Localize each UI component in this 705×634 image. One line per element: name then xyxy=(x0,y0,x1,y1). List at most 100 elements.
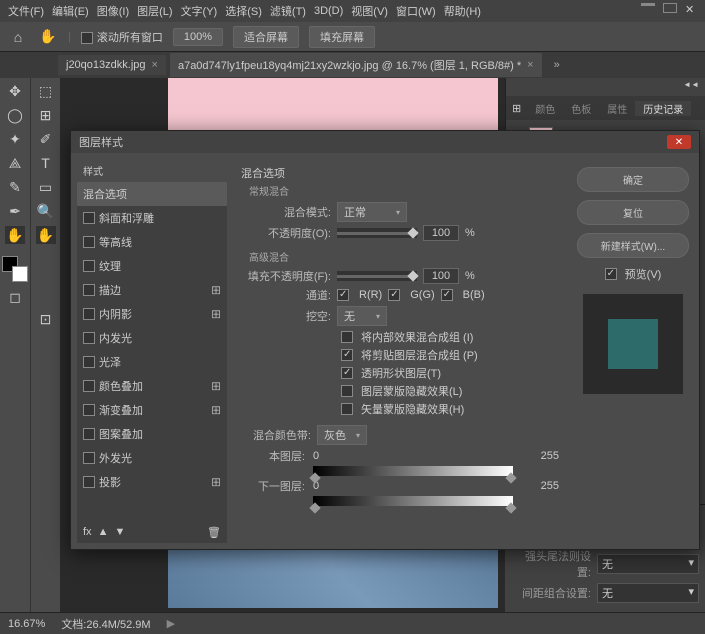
menu-image[interactable]: 图像(I) xyxy=(97,3,129,19)
style-outer-glow[interactable]: 外发光 xyxy=(77,446,227,470)
frame-tool-icon[interactable]: ⊞ xyxy=(36,106,56,124)
menu-file[interactable]: 文件(F) xyxy=(8,3,44,19)
menu-edit[interactable]: 编辑(E) xyxy=(52,3,89,19)
color-swatches[interactable] xyxy=(2,256,28,282)
dshadow-add-icon[interactable]: ⊞ xyxy=(211,475,221,489)
under-layer-gradient[interactable] xyxy=(313,496,513,506)
tab2-close-icon[interactable]: × xyxy=(527,59,533,71)
blend-mode-select[interactable]: 正常▾ xyxy=(337,202,407,222)
new-style-button[interactable]: 新建样式(W)... xyxy=(577,233,689,258)
crop-tool-icon[interactable]: ⟁ xyxy=(5,154,25,172)
ishadow-add-icon[interactable]: ⊞ xyxy=(211,307,221,321)
lasso-tool-icon[interactable]: ◯ xyxy=(5,106,25,124)
kinsoku-select[interactable]: 无▾ xyxy=(597,554,699,574)
tab1-close-icon[interactable]: × xyxy=(152,59,158,71)
style-pattern-overlay[interactable]: 图案叠加 xyxy=(77,422,227,446)
status-zoom[interactable]: 16.67% xyxy=(8,618,45,630)
dialog-close-button[interactable]: ✕ xyxy=(667,135,691,149)
status-doc[interactable]: 文档:26.4M/52.9M xyxy=(61,616,150,632)
style-gradient-overlay[interactable]: 渐变叠加⊞ xyxy=(77,398,227,422)
channel-b-check[interactable] xyxy=(441,289,453,301)
stroke-add-icon[interactable]: ⊞ xyxy=(211,283,221,297)
quickmask-icon[interactable]: ◻ xyxy=(5,288,25,306)
style-texture[interactable]: 纹理 xyxy=(77,254,227,278)
goverlay-add-icon[interactable]: ⊞ xyxy=(211,403,221,417)
opacity-slider[interactable] xyxy=(337,228,417,238)
style-bevel[interactable]: 斜面和浮雕 xyxy=(77,206,227,230)
texture-check[interactable] xyxy=(83,260,95,272)
tab-swatch[interactable]: 色板 xyxy=(563,101,599,116)
coverlay-check[interactable] xyxy=(83,380,95,392)
menu-view[interactable]: 视图(V) xyxy=(351,3,388,19)
screen-mode-icon[interactable]: ⊡ xyxy=(36,310,56,328)
tab-history[interactable]: 历史记录 xyxy=(635,101,691,116)
hand-tool2-icon[interactable]: ✋ xyxy=(36,226,56,244)
vector-mask-hides-check[interactable] xyxy=(341,403,353,415)
satin-check[interactable] xyxy=(83,356,95,368)
mojikumi-select[interactable]: 无▾ xyxy=(597,583,699,603)
up-icon[interactable]: ▲ xyxy=(98,526,109,539)
tab-prop[interactable]: 属性 xyxy=(599,101,635,116)
pen-tool-icon[interactable]: ✒ xyxy=(5,202,25,220)
opacity-input[interactable]: 100 xyxy=(423,225,459,241)
down-icon[interactable]: ▼ xyxy=(114,526,125,539)
preview-check[interactable] xyxy=(605,268,617,280)
layer-mask-hides-check[interactable] xyxy=(341,385,353,397)
this-layer-gradient[interactable] xyxy=(313,466,513,476)
document-tab-1[interactable]: j20qo13zdkk.jpg× xyxy=(58,55,166,75)
coverlay-add-icon[interactable]: ⊞ xyxy=(211,379,221,393)
style-color-overlay[interactable]: 颜色叠加⊞ xyxy=(77,374,227,398)
move-tool-icon[interactable]: ✥ xyxy=(5,82,25,100)
fill-opacity-input[interactable]: 100 xyxy=(423,268,459,284)
ishadow-check[interactable] xyxy=(83,308,95,320)
background-swatch[interactable] xyxy=(12,266,28,282)
type-tool-icon[interactable]: T xyxy=(36,154,56,172)
fx-icon[interactable]: fx xyxy=(83,526,92,539)
channel-g-check[interactable] xyxy=(388,289,400,301)
menu-help[interactable]: 帮助(H) xyxy=(444,3,481,19)
blend-clipped-check[interactable] xyxy=(341,349,353,361)
panel-collapse-icon[interactable]: ◄◄ xyxy=(683,80,699,94)
knockout-select[interactable]: 无▾ xyxy=(337,306,387,326)
wand-tool-icon[interactable]: ✦ xyxy=(5,130,25,148)
reset-button[interactable]: 复位 xyxy=(577,200,689,225)
channel-r-check[interactable] xyxy=(337,289,349,301)
menu-filter[interactable]: 滤镜(T) xyxy=(270,3,306,19)
panel-icon[interactable]: ⊞ xyxy=(506,102,527,115)
style-inner-shadow[interactable]: 内阴影⊞ xyxy=(77,302,227,326)
transparency-shapes-check[interactable] xyxy=(341,367,353,379)
style-stroke[interactable]: 描边⊞ xyxy=(77,278,227,302)
oglow-check[interactable] xyxy=(83,452,95,464)
menu-select[interactable]: 选择(S) xyxy=(225,3,262,19)
marquee-tool-icon[interactable]: ⬚ xyxy=(36,82,56,100)
scroll-all-check[interactable]: 滚动所有窗口 xyxy=(81,29,163,45)
status-arrow-icon[interactable]: ▶ xyxy=(167,617,175,630)
hand-tool-icon[interactable]: ✋ xyxy=(5,226,25,244)
brush-tool-icon[interactable]: ✐ xyxy=(36,130,56,148)
minimize-icon[interactable] xyxy=(641,3,655,6)
style-blend-options[interactable]: 混合选项 xyxy=(77,182,227,206)
ok-button[interactable]: 确定 xyxy=(577,167,689,192)
fill-screen-button[interactable]: 填充屏幕 xyxy=(309,26,375,48)
style-contour[interactable]: 等高线 xyxy=(77,230,227,254)
tabs-more-icon[interactable]: » xyxy=(554,59,560,71)
menu-3d[interactable]: 3D(D) xyxy=(314,5,343,17)
shape-tool-icon[interactable]: ▭ xyxy=(36,178,56,196)
goverlay-check[interactable] xyxy=(83,404,95,416)
trash-icon[interactable]: 🗑 xyxy=(207,526,221,539)
iglow-check[interactable] xyxy=(83,332,95,344)
eyedropper-tool-icon[interactable]: ✎ xyxy=(5,178,25,196)
menu-type[interactable]: 文字(Y) xyxy=(181,3,218,19)
document-tab-2[interactable]: a7a0d747ly1fpeu18yq4mj21xy2wzkjo.jpg @ 1… xyxy=(170,53,542,77)
dshadow-check[interactable] xyxy=(83,476,95,488)
style-drop-shadow[interactable]: 投影⊞ xyxy=(77,470,227,494)
home-icon[interactable]: ⌂ xyxy=(8,28,28,46)
poverlay-check[interactable] xyxy=(83,428,95,440)
style-inner-glow[interactable]: 内发光 xyxy=(77,326,227,350)
zoom-100-button[interactable]: 100% xyxy=(173,28,223,46)
maximize-icon[interactable] xyxy=(663,3,677,13)
hand-icon[interactable]: ✋ xyxy=(38,28,58,46)
fill-opacity-slider[interactable] xyxy=(337,271,417,281)
close-icon[interactable]: ✕ xyxy=(685,3,697,15)
blend-interior-check[interactable] xyxy=(341,331,353,343)
